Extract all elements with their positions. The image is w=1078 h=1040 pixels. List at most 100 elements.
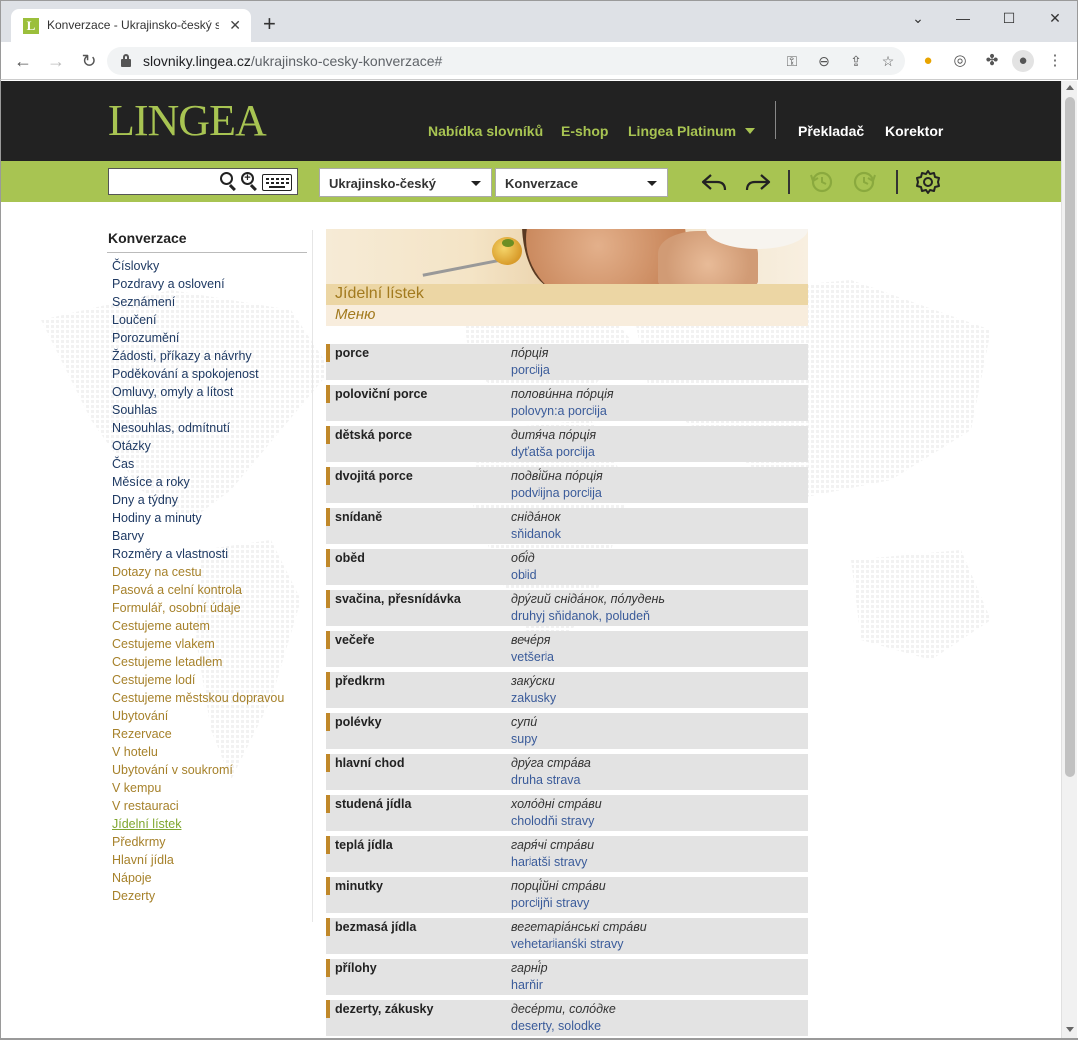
- lingea-logo[interactable]: LINGEA: [108, 97, 267, 145]
- ukrainian-phrase: сніда́нок: [511, 510, 561, 524]
- section-select[interactable]: Konverzace: [495, 168, 668, 197]
- key-icon[interactable]: ⚿: [782, 51, 802, 71]
- sidebar-item[interactable]: Nápoje: [107, 869, 307, 887]
- scroll-down-icon[interactable]: [1066, 1027, 1074, 1032]
- close-tab-icon[interactable]: ✕: [229, 17, 241, 33]
- url-text[interactable]: slovniky.lingea.cz/ukrajinsko-cesky-konv…: [143, 53, 442, 69]
- reload-icon[interactable]: ↻: [77, 49, 101, 73]
- czech-phrase: bezmasá jídla: [335, 920, 417, 934]
- advanced-search-icon[interactable]: +: [241, 172, 257, 192]
- settings-gear-icon[interactable]: [914, 169, 942, 195]
- transliteration-link[interactable]: harʲatši stravy: [511, 855, 587, 869]
- address-bar[interactable]: slovniky.lingea.cz/ukrajinsko-cesky-konv…: [107, 47, 905, 75]
- sidebar-item[interactable]: Dny a týdny: [107, 491, 307, 509]
- nav-platinum[interactable]: Lingea Platinum: [628, 123, 756, 139]
- transliteration-link[interactable]: obʲid: [511, 568, 537, 582]
- sidebar-item[interactable]: Číslovky: [107, 257, 307, 275]
- transliteration-link[interactable]: vetšerʲa: [511, 650, 554, 664]
- new-tab-icon[interactable]: +: [263, 13, 276, 35]
- sidebar-item[interactable]: Ubytování v soukromí: [107, 761, 307, 779]
- close-window-icon[interactable]: ✕: [1040, 7, 1070, 29]
- sidebar-item[interactable]: Seznámení: [107, 293, 307, 311]
- back-icon[interactable]: ←: [11, 49, 35, 73]
- browser-tab[interactable]: L Konverzace - Ukrajinsko-český slovník …: [11, 9, 251, 43]
- extension-chrome-icon[interactable]: ●: [917, 50, 939, 72]
- search-input[interactable]: [109, 169, 217, 194]
- transliteration-link[interactable]: vehetarʲianśki stravy: [511, 937, 623, 951]
- transliteration-link[interactable]: harňir: [511, 978, 543, 992]
- tab-search-chevron-icon[interactable]: ⌄: [903, 7, 933, 29]
- account-avatar-icon[interactable]: ●: [1012, 50, 1034, 72]
- bookmark-star-icon[interactable]: ☆: [878, 51, 898, 71]
- sidebar-item[interactable]: Cestujeme vlakem: [107, 635, 307, 653]
- sidebar-item[interactable]: Formulář, osobní údaje: [107, 599, 307, 617]
- sidebar-item[interactable]: Omluvy, omyly a lítost: [107, 383, 307, 401]
- transliteration-link[interactable]: deserty, solodke: [511, 1019, 601, 1033]
- ukrainian-phrase: десе́рти, соло́дке: [511, 1002, 616, 1016]
- scroll-up-icon[interactable]: [1066, 85, 1074, 90]
- sidebar-item[interactable]: Předkrmy: [107, 833, 307, 851]
- sidebar-item[interactable]: Otázky: [107, 437, 307, 455]
- sidebar-item[interactable]: Čas: [107, 455, 307, 473]
- zoom-icon[interactable]: ⊖: [814, 51, 834, 71]
- sidebar-item[interactable]: Dotazy na cestu: [107, 563, 307, 581]
- sidebar-item[interactable]: Poděkování a spokojenost: [107, 365, 307, 383]
- sidebar-item[interactable]: Loučení: [107, 311, 307, 329]
- forward-arrow-icon[interactable]: [744, 169, 772, 195]
- transliteration-link[interactable]: supy: [511, 732, 537, 746]
- transliteration-link[interactable]: druhyj sňidanok, poludeň: [511, 609, 650, 623]
- sidebar-item[interactable]: Jídelní lístek: [107, 815, 307, 833]
- sidebar-item[interactable]: Cestujeme lodí: [107, 671, 307, 689]
- sidebar-item[interactable]: Rezervace: [107, 725, 307, 743]
- back-arrow-icon[interactable]: [700, 169, 728, 195]
- transliteration-link[interactable]: dyťatša porcʲija: [511, 445, 595, 459]
- sidebar-item[interactable]: Nesouhlas, odmítnutí: [107, 419, 307, 437]
- extension-profile-icon[interactable]: ◎: [949, 50, 971, 72]
- transliteration-link[interactable]: porcʲija: [511, 363, 550, 377]
- transliteration-link[interactable]: polovyn:a porcʲija: [511, 404, 607, 418]
- sidebar-item[interactable]: V restauraci: [107, 797, 307, 815]
- sidebar-item[interactable]: Souhlas: [107, 401, 307, 419]
- ukrainian-phrase: вече́ря: [511, 633, 551, 647]
- nav-eshop[interactable]: E-shop: [561, 123, 608, 139]
- history-forward-icon[interactable]: [850, 169, 878, 195]
- sidebar-item[interactable]: Rozměry a vlastnosti: [107, 545, 307, 563]
- menu-kebab-icon[interactable]: ⋮: [1044, 50, 1066, 72]
- search-icon[interactable]: [220, 172, 236, 192]
- sidebar-item[interactable]: Hlavní jídla: [107, 851, 307, 869]
- sidebar-item[interactable]: Cestujeme městskou dopravou: [107, 689, 307, 707]
- scroll-thumb[interactable]: [1065, 97, 1075, 777]
- sidebar-item[interactable]: Pasová a celní kontrola: [107, 581, 307, 599]
- transliteration-link[interactable]: zakusky: [511, 691, 556, 705]
- puzzle-extensions-icon[interactable]: ✤: [981, 50, 1003, 72]
- sidebar-item[interactable]: Ubytování: [107, 707, 307, 725]
- transliteration-link[interactable]: druha strava: [511, 773, 580, 787]
- nav-corrector[interactable]: Korektor: [885, 123, 943, 139]
- share-icon[interactable]: ⇪: [846, 51, 866, 71]
- forward-icon[interactable]: →: [44, 49, 68, 73]
- sidebar-item[interactable]: V kempu: [107, 779, 307, 797]
- transliteration-link[interactable]: porcʲijňi stravy: [511, 896, 589, 910]
- sidebar-item[interactable]: Pozdravy a oslovení: [107, 275, 307, 293]
- maximize-icon[interactable]: ☐: [994, 7, 1024, 29]
- nav-translator[interactable]: Překladač: [798, 123, 864, 139]
- transliteration-link[interactable]: sňidanok: [511, 527, 561, 541]
- sidebar-item[interactable]: Cestujeme letadlem: [107, 653, 307, 671]
- history-back-icon[interactable]: [808, 169, 836, 195]
- keyboard-icon[interactable]: [262, 174, 292, 191]
- sidebar-item[interactable]: V hotelu: [107, 743, 307, 761]
- nav-dictionaries[interactable]: Nabídka slovníků: [428, 123, 543, 139]
- sidebar-item[interactable]: Hodiny a minuty: [107, 509, 307, 527]
- minimize-icon[interactable]: —: [948, 7, 978, 29]
- transliteration-link[interactable]: cholodňi stravy: [511, 814, 594, 828]
- sidebar-item[interactable]: Měsíce a roky: [107, 473, 307, 491]
- transliteration-link[interactable]: podvʲijna porcʲija: [511, 486, 602, 500]
- direction-select[interactable]: Ukrajinsko-český: [319, 168, 492, 197]
- page-scrollbar[interactable]: [1061, 81, 1077, 1038]
- lock-icon[interactable]: [121, 54, 131, 67]
- sidebar-item[interactable]: Porozumění: [107, 329, 307, 347]
- sidebar-item[interactable]: Žádosti, příkazy a návrhy: [107, 347, 307, 365]
- sidebar-item[interactable]: Barvy: [107, 527, 307, 545]
- sidebar-item[interactable]: Dezerty: [107, 887, 307, 905]
- sidebar-item[interactable]: Cestujeme autem: [107, 617, 307, 635]
